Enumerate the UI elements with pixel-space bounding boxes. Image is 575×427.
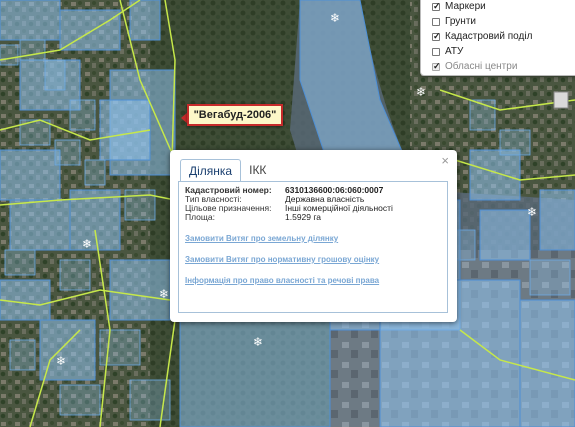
building-marker xyxy=(553,91,569,109)
layer-regional-centers: Обласні центри xyxy=(421,59,575,74)
layer-atu[interactable]: АТУ xyxy=(421,44,575,59)
layer-markers[interactable]: Маркери xyxy=(421,0,575,14)
checkbox-cadastral[interactable] xyxy=(432,31,441,42)
snowflake-icon: ❄ xyxy=(253,335,263,349)
parcel-popup: × Ділянка ІКК Кадастровий номер: 6310136… xyxy=(170,150,457,322)
marker-label[interactable]: "Вегабуд-2006" xyxy=(187,104,283,126)
layer-label: Грунти xyxy=(445,16,476,27)
snowflake-icon: ❄ xyxy=(82,237,92,251)
checkbox-soils[interactable] xyxy=(432,17,440,26)
parcel-info: Кадастровий номер: 6310136600:06:060:000… xyxy=(185,186,441,222)
snowflake-icon: ❄ xyxy=(416,85,426,99)
popup-tabs: Ділянка ІКК xyxy=(180,157,274,182)
popup-links: Замовити Витяг про земельну ділянку Замо… xyxy=(185,234,441,285)
tab-ikk[interactable]: ІКК xyxy=(241,159,274,181)
parcel-area: 1.5929 га xyxy=(285,212,322,222)
layer-label: Обласні центри xyxy=(445,61,518,72)
layer-label: Маркери xyxy=(445,1,486,12)
info-key: Площа: xyxy=(185,212,215,222)
layer-soils[interactable]: Грунти xyxy=(421,14,575,29)
snowflake-icon: ❄ xyxy=(159,287,169,301)
snowflake-icon: ❄ xyxy=(527,205,537,219)
snowflake-icon: ❄ xyxy=(330,11,340,25)
layer-label: Кадастровий поділ xyxy=(445,31,533,42)
snowflake-icon: ❄ xyxy=(56,354,66,368)
checkbox-atu[interactable] xyxy=(432,47,440,56)
layer-label: АТУ xyxy=(445,46,464,57)
tab-content: Кадастровий номер: 6310136600:06:060:000… xyxy=(178,181,448,313)
order-land-extract-link[interactable]: Замовити Витяг про земельну ділянку xyxy=(185,234,441,243)
layer-cadastral[interactable]: Кадастровий поділ xyxy=(421,29,575,44)
ownership-info-link[interactable]: Інформація про право власності та речові… xyxy=(185,276,441,285)
order-valuation-extract-link[interactable]: Замовити Витяг про нормативну грошову оц… xyxy=(185,255,441,264)
layers-panel: Маркери Грунти Кадастровий поділ АТУ Обл… xyxy=(420,0,575,76)
close-icon[interactable]: × xyxy=(441,154,449,168)
tab-parcel[interactable]: Ділянка xyxy=(180,159,242,182)
checkbox-markers[interactable] xyxy=(432,1,441,12)
checkbox-regional-centers xyxy=(432,61,441,72)
info-row: Площа: 1.5929 га xyxy=(185,213,441,222)
